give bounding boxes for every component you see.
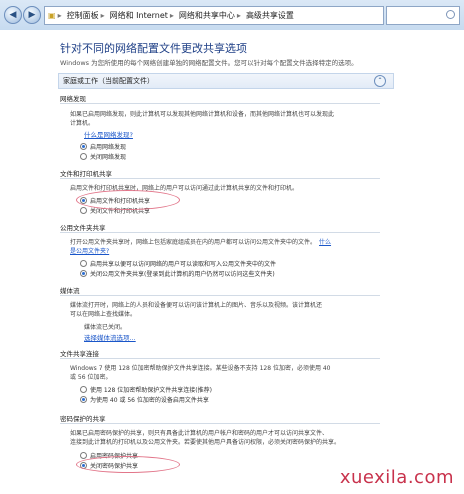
divider	[60, 295, 380, 296]
divider	[60, 178, 380, 179]
section-desc: 连接到此计算机的打印机以及公用文件夹。若要使其他用户具备访问权限，必须关闭密码保…	[70, 439, 341, 446]
folder-icon: ▣	[48, 11, 56, 20]
radio-icon[interactable]	[80, 143, 87, 150]
section-desc: 如果已启用网络发现，则此计算机可以发现其他网络计算机和设备，而其他网络计算机也可…	[70, 111, 335, 118]
breadcrumb-advanced-sharing[interactable]: 高级共享设置	[246, 11, 294, 20]
section-file-sharing-connections: 文件共享连接	[60, 350, 99, 358]
section-desc: 或 56 位加密。	[70, 374, 112, 381]
section-desc: 如果已启用密码保护的共享，则只有具备此计算机的用户帐户和密码的用户才可以访问共享…	[70, 430, 329, 437]
search-input[interactable]	[386, 6, 460, 25]
breadcrumb-control-panel[interactable]: 控制面板	[67, 11, 99, 20]
section-password-protected-sharing: 密码保护的共享	[60, 415, 106, 423]
radio-icon[interactable]	[80, 396, 87, 403]
section-desc-text: 打开公用文件夹共享时，网络上包括家庭组成员在内的用户都可以访问公用文件夹中的文件…	[70, 239, 317, 246]
section-desc: 可以在网络上查找媒体。	[70, 311, 137, 318]
address-bar[interactable]: ▣ ▸ 控制面板 ▸ 网络和 Internet ▸ 网络和共享中心 ▸ 高级共享设置	[44, 6, 384, 25]
advanced-sharing-settings: 针对不同的网络配置文件更改共享选项 Windows 为您所使用的每个网络创建单独…	[0, 30, 464, 494]
page-subtitle: Windows 为您所使用的每个网络创建单独的网络配置文件。您可以针对每个配置文…	[60, 59, 358, 67]
radio-icon[interactable]	[80, 270, 87, 277]
section-public-folder-sharing: 公用文件夹共享	[60, 224, 106, 232]
collapse-icon[interactable]: ⌃	[374, 75, 386, 87]
option-label: 启用共享以便可以访问网络的用户可以读取和写入公用文件夹中的文件	[90, 261, 277, 268]
highlight-annotation	[76, 456, 180, 473]
radio-enable-public-sharing[interactable]: 启用共享以便可以访问网络的用户可以读取和写入公用文件夹中的文件	[80, 259, 276, 268]
divider	[60, 423, 380, 424]
highlight-annotation	[76, 190, 180, 210]
forward-icon[interactable]: ▶	[23, 6, 41, 24]
breadcrumb-network-internet[interactable]: 网络和 Internet	[110, 11, 168, 20]
profile-header[interactable]: 家庭或工作（当前配置文件）	[58, 73, 394, 89]
radio-enable-network-discovery[interactable]: 启用网络发现	[80, 142, 126, 151]
section-desc: 计算机。	[70, 120, 95, 127]
option-label: 为使用 40 或 56 位加密的设备启用文件共享	[90, 397, 209, 404]
radio-icon[interactable]	[80, 153, 87, 160]
radio-40-56bit-encryption[interactable]: 为使用 40 或 56 位加密的设备启用文件共享	[80, 395, 209, 404]
radio-disable-public-sharing[interactable]: 关闭公用文件夹共享(登录到此计算机的用户仍然可以访问这些文件夹)	[80, 269, 275, 278]
section-desc: Windows 7 使用 128 位加密帮助保护文件共享连接。某些设备不支持 1…	[70, 365, 331, 372]
radio-icon[interactable]	[80, 207, 87, 214]
radio-icon[interactable]	[80, 386, 87, 393]
section-media-streaming: 媒体流	[60, 287, 80, 295]
option-label: 关闭网络发现	[90, 154, 127, 161]
radio-icon[interactable]	[80, 452, 87, 459]
network-discovery-help-link[interactable]: 什么是网络发现?	[84, 129, 133, 139]
window-toolbar: ◀ ▶ ▣ ▸ 控制面板 ▸ 网络和 Internet ▸ 网络和共享中心 ▸ 高级共享设置	[0, 0, 464, 31]
back-icon[interactable]: ◀	[4, 6, 22, 24]
section-desc: 打开公用文件夹共享时，网络上包括家庭组成员在内的用户都可以访问公用文件夹中的文件…	[70, 237, 331, 246]
page-title: 针对不同的网络配置文件更改共享选项	[60, 42, 247, 55]
section-network-discovery: 网络发现	[60, 95, 86, 103]
option-label: 使用 128 位加密帮助保护文件共享连接(推荐)	[90, 387, 212, 394]
divider	[60, 103, 380, 104]
divider	[60, 232, 380, 233]
watermark: xuexila.com	[339, 467, 454, 488]
radio-disable-network-discovery[interactable]: 关闭网络发现	[80, 152, 126, 161]
breadcrumb-network-sharing-center[interactable]: 网络和共享中心	[179, 11, 235, 20]
option-label: 关闭公用文件夹共享(登录到此计算机的用户仍然可以访问这些文件夹)	[90, 271, 275, 278]
option-label: 启用网络发现	[90, 144, 127, 151]
divider	[60, 358, 380, 359]
public-folder-help-link-cont[interactable]: 是公用文件夹?	[70, 246, 109, 255]
radio-128bit-encryption[interactable]: 使用 128 位加密帮助保护文件共享连接(推荐)	[80, 385, 212, 394]
radio-icon[interactable]	[80, 260, 87, 267]
media-streaming-options-link[interactable]: 选择媒体流选项...	[84, 332, 136, 342]
search-icon	[446, 10, 455, 19]
public-folder-help-link[interactable]: 什么	[319, 239, 331, 246]
media-streaming-status: 媒体流已关闭。	[84, 324, 127, 331]
section-desc: 媒体流打开时，网络上的人员和设备便可以访问该计算机上的图片、音乐以及视频。该计算…	[70, 302, 323, 309]
section-file-printer-sharing: 文件和打印机共享	[60, 170, 112, 178]
